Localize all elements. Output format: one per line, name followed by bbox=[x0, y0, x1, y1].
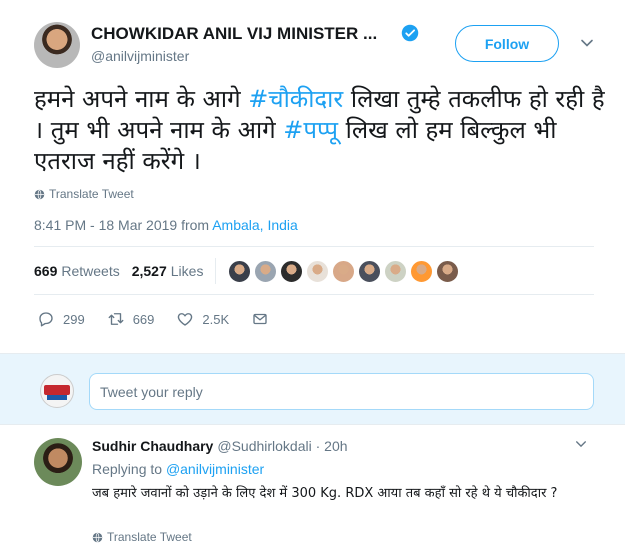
liker-avatar[interactable] bbox=[332, 259, 356, 283]
handle[interactable]: @anilvijminister bbox=[91, 48, 189, 64]
retweet-button[interactable]: 669 bbox=[107, 310, 155, 328]
likes-count[interactable]: 2,527 bbox=[132, 263, 167, 279]
tweet-stats: 669 Retweets 2,527 Likes bbox=[34, 258, 460, 284]
liker-avatar[interactable] bbox=[384, 259, 408, 283]
replying-handle-link[interactable]: @anilvijminister bbox=[166, 461, 264, 477]
globe-icon bbox=[92, 532, 103, 542]
reply-icon bbox=[39, 312, 53, 327]
avatar[interactable] bbox=[34, 22, 80, 68]
reply-text: जब हमारे जवानों को उड़ाने के लिए देश में… bbox=[92, 486, 558, 501]
liker-avatar[interactable] bbox=[228, 259, 252, 283]
like-button[interactable]: 2.5K bbox=[176, 310, 229, 328]
liker-avatar[interactable] bbox=[436, 259, 460, 283]
verified-badge-icon bbox=[401, 24, 419, 42]
display-name[interactable]: CHOWKIDAR ANIL VIJ MINISTER ... bbox=[91, 24, 377, 44]
tweet-text: हमने अपने नाम के आगे #चौकीदार लिखा तुम्ह… bbox=[34, 84, 609, 177]
likes-label[interactable]: Likes bbox=[171, 263, 204, 279]
divider bbox=[34, 246, 594, 247]
follow-button[interactable]: Follow bbox=[455, 25, 559, 62]
avatar[interactable] bbox=[34, 438, 82, 486]
like-count: 2.5K bbox=[202, 311, 230, 327]
retweet-count: 669 bbox=[132, 311, 155, 327]
translate-tweet-link[interactable]: Translate Tweet bbox=[34, 187, 134, 201]
retweets-count[interactable]: 669 bbox=[34, 263, 57, 279]
reply-button[interactable]: 299 bbox=[37, 310, 85, 328]
reply-composer: Tweet your reply bbox=[0, 353, 625, 425]
envelope-icon bbox=[253, 313, 267, 325]
tweet-header: CHOWKIDAR ANIL VIJ MINISTER ... @anilvij… bbox=[34, 20, 604, 70]
hashtag-link[interactable]: #चौकीदार bbox=[248, 85, 343, 113]
replying-prefix: Replying to bbox=[92, 461, 166, 477]
translate-label: Translate Tweet bbox=[49, 187, 134, 201]
liker-avatar[interactable] bbox=[410, 259, 434, 283]
retweet-icon bbox=[108, 313, 124, 325]
reply-handle-time[interactable]: @Sudhirlokdali · 20h bbox=[217, 438, 347, 454]
avatar-graphic bbox=[47, 395, 67, 400]
translate-label: Translate Tweet bbox=[107, 530, 192, 544]
chevron-down-icon[interactable] bbox=[580, 36, 594, 50]
time-text[interactable]: 8:41 PM - 18 Mar 2019 from bbox=[34, 217, 212, 233]
direct-message-button[interactable] bbox=[251, 310, 269, 328]
liker-avatars bbox=[228, 259, 460, 283]
translate-tweet-link[interactable]: Translate Tweet bbox=[92, 530, 192, 544]
reply-input[interactable]: Tweet your reply bbox=[89, 373, 594, 410]
reply-author: Sudhir Chaudhary @Sudhirlokdali · 20h bbox=[92, 438, 348, 454]
chevron-down-icon[interactable] bbox=[575, 438, 587, 450]
location-link[interactable]: Ambala, India bbox=[212, 217, 298, 233]
hashtag-link[interactable]: #पप्पू bbox=[283, 116, 338, 144]
reply-display-name[interactable]: Sudhir Chaudhary bbox=[92, 438, 213, 454]
tweet-actions: 299 669 2.5K bbox=[37, 308, 291, 330]
retweets-label[interactable]: Retweets bbox=[61, 263, 119, 279]
liker-avatar[interactable] bbox=[280, 259, 304, 283]
liker-avatar[interactable] bbox=[254, 259, 278, 283]
reply-tweet[interactable]: Sudhir Chaudhary @Sudhirlokdali · 20h Rep… bbox=[0, 426, 625, 557]
liker-avatar[interactable] bbox=[306, 259, 330, 283]
tweet-timestamp: 8:41 PM - 18 Mar 2019 from Ambala, India bbox=[34, 217, 298, 233]
heart-icon bbox=[178, 313, 193, 326]
globe-icon bbox=[34, 189, 45, 199]
tweet-text-part: हमने अपने नाम के आगे bbox=[34, 85, 249, 113]
avatar-graphic bbox=[44, 385, 70, 395]
divider bbox=[34, 294, 594, 295]
divider bbox=[215, 258, 217, 284]
replying-to: Replying to @anilvijminister bbox=[92, 461, 264, 477]
liker-avatar[interactable] bbox=[358, 259, 382, 283]
reply-count: 299 bbox=[63, 311, 85, 327]
avatar[interactable] bbox=[40, 374, 74, 408]
